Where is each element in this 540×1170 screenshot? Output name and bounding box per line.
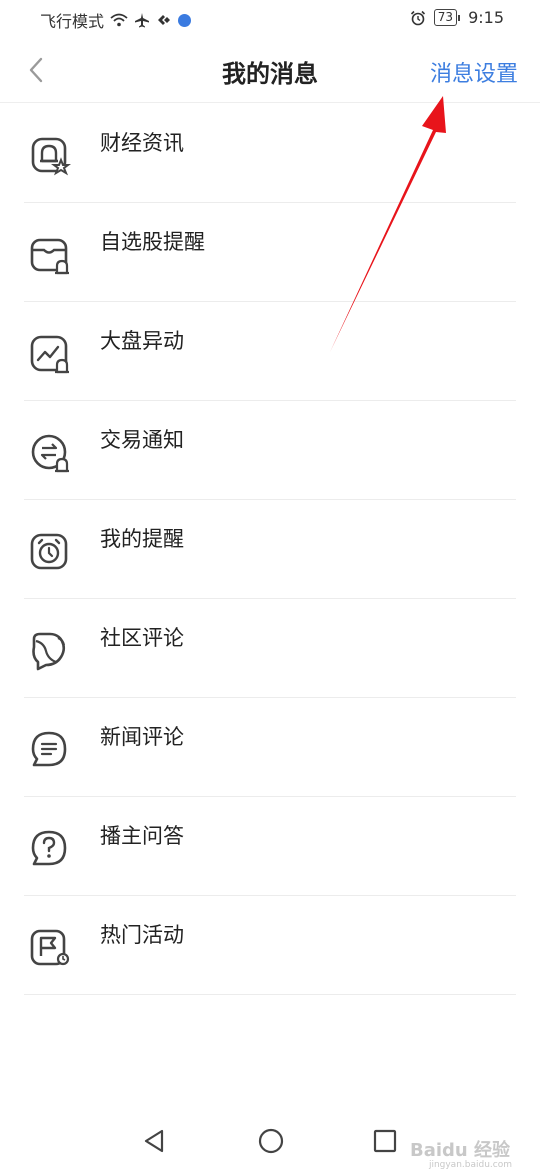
list-item-market-movement[interactable]: 大盘异动 — [0, 302, 540, 401]
list-item-community-comments[interactable]: 社区评论 — [0, 599, 540, 698]
list-item-label: 交易通知 — [100, 428, 184, 452]
battery-level: 73 — [433, 9, 458, 26]
list-item-my-reminders[interactable]: 我的提醒 — [0, 500, 540, 599]
alarm-clock-icon — [30, 533, 68, 570]
list-item-label: 热门活动 — [100, 923, 184, 947]
battery-tip — [458, 14, 461, 21]
news-chat-icon — [31, 731, 67, 767]
list-item-hot-events[interactable]: 热门活动 — [0, 896, 540, 995]
exchange-bell-icon — [31, 434, 69, 473]
question-chat-icon — [31, 830, 67, 866]
folder-bell-icon — [30, 238, 69, 275]
nav-recents-icon[interactable] — [370, 1126, 400, 1156]
watermark-url: jingyan.baidu.com — [428, 1160, 512, 1170]
list-item-watchlist-alerts[interactable]: 自选股提醒 — [0, 203, 540, 302]
nav-home-icon[interactable] — [256, 1126, 286, 1156]
list-item-label: 大盘异动 — [100, 329, 184, 353]
bell-star-icon — [31, 137, 71, 176]
airplane-mode-text: 飞行模式 — [40, 12, 105, 31]
app-status-icon — [178, 13, 192, 27]
status-left: 飞行模式 — [40, 8, 192, 32]
list-item-label: 新闻评论 — [100, 725, 184, 749]
list-item-label: 财经资讯 — [100, 131, 184, 155]
list-item-finance-news[interactable]: 财经资讯 — [0, 104, 540, 203]
clock: 9:15 — [468, 8, 504, 27]
wifi-icon — [110, 13, 128, 27]
nav-back-icon[interactable] — [140, 1126, 170, 1156]
message-category-list: 财经资讯 自选股提醒 大盘异动 交易通知 我的提醒 社区评论 新闻评论 播主问答… — [0, 104, 540, 995]
list-item-news-comments[interactable]: 新闻评论 — [0, 698, 540, 797]
watermark: Baidu 经验 — [409, 1140, 510, 1161]
list-item-trade-notice[interactable]: 交易通知 — [0, 401, 540, 500]
list-item-label: 社区评论 — [100, 626, 184, 650]
list-item-label: 我的提醒 — [100, 527, 184, 551]
status-bar: 飞行模式 73 9:15 — [0, 0, 540, 38]
community-chat-icon — [32, 632, 66, 671]
list-item-label: 播主问答 — [100, 824, 184, 848]
alarm-icon — [410, 10, 425, 25]
list-item-label: 自选股提醒 — [100, 230, 205, 254]
message-settings-button[interactable]: 消息设置 — [430, 56, 518, 88]
battery-indicator: 73 — [433, 9, 461, 26]
header: 我的消息 消息设置 — [0, 38, 540, 103]
airplane-icon — [135, 13, 150, 28]
list-item-host-qa[interactable]: 播主问答 — [0, 797, 540, 896]
status-right: 73 9:15 — [410, 8, 504, 27]
divider — [24, 994, 516, 995]
flag-activity-icon — [30, 929, 70, 966]
link-icon — [158, 15, 171, 25]
chart-bell-icon — [30, 335, 69, 374]
